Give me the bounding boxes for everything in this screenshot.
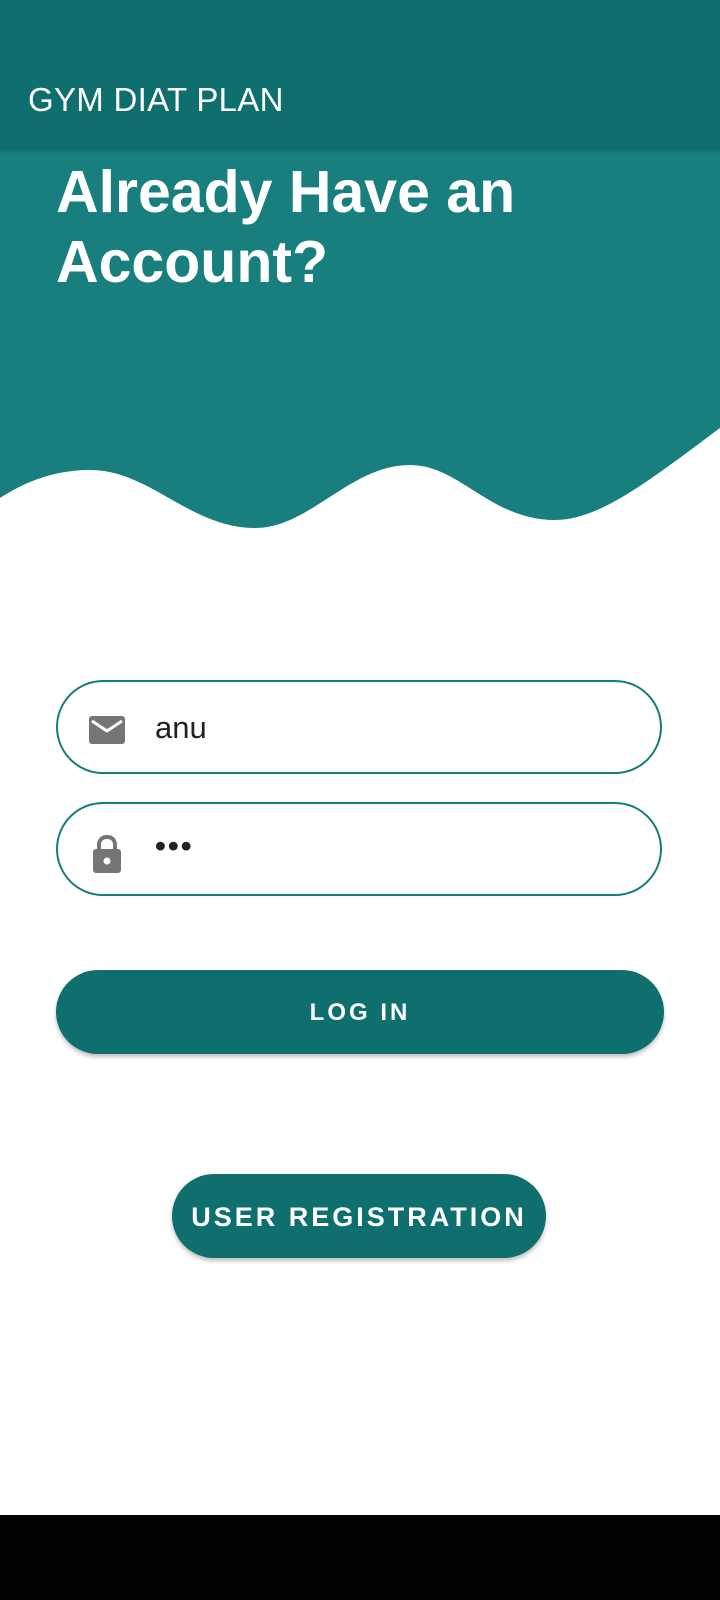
password-value: ••• (155, 828, 194, 863)
page-heading: Already Have an Account? (56, 159, 516, 295)
user-registration-button[interactable]: USER REGISTRATION (172, 1174, 546, 1258)
system-navigation-bar (0, 1515, 720, 1600)
app-bar: GYM DIAT PLAN (0, 0, 720, 149)
email-value: anu (155, 710, 207, 745)
login-button[interactable]: LOG IN (56, 970, 664, 1054)
email-field[interactable]: anu (56, 680, 662, 774)
lock-icon (88, 834, 126, 873)
app-title: GYM DIAT PLAN (28, 81, 284, 118)
email-icon (88, 712, 126, 748)
password-field[interactable]: ••• (56, 802, 662, 896)
